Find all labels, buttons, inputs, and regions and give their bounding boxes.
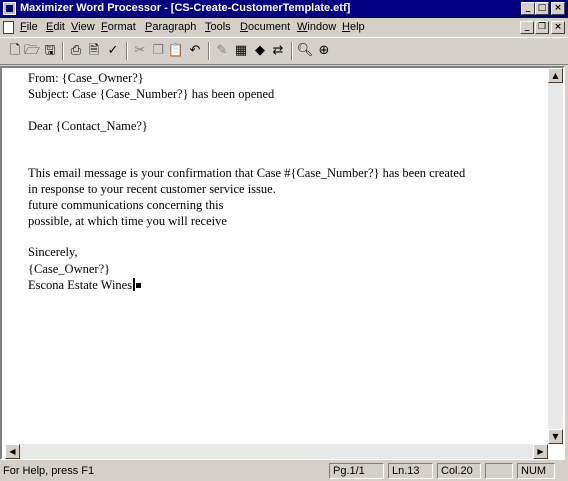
doc-line: {Case_Owner?}	[28, 262, 111, 276]
menu-edit[interactable]: Edit	[46, 21, 65, 33]
zoom-icon[interactable]: ⊕	[315, 42, 333, 60]
save-icon[interactable]: 🖫	[41, 42, 59, 60]
toolbar: 🗋 🗁 🖫 ⎙ 🗎 ✓ ✂ ❐ 📋 ↶ ✎ ▦ ◆ ⇄ 🔍︎ ⊕	[0, 37, 568, 65]
doc-line-text: Escona Estate Wines	[28, 278, 133, 292]
app-icon[interactable]	[3, 2, 16, 15]
menu-window[interactable]: Window	[297, 21, 336, 33]
toolbar-separator	[208, 42, 210, 60]
window-title: Maximizer Word Processor - [CS-Create-Cu…	[20, 2, 351, 14]
doc-line: From: {Case_Owner?}	[28, 71, 144, 85]
text-cursor	[133, 278, 136, 291]
scroll-up-button[interactable]: ▲	[548, 68, 563, 83]
doc-line: Dear {Contact_Name?}	[28, 119, 148, 133]
doc-minimize-button[interactable]: _	[520, 21, 534, 34]
print-icon[interactable]: ⎙	[67, 42, 85, 60]
doc-restore-button[interactable]: ❐	[535, 21, 549, 34]
undo-icon[interactable]: ↶	[186, 42, 204, 60]
document-area: From: {Case_Owner?} Subject: Case {Case_…	[0, 66, 565, 460]
copy-icon[interactable]: ❐	[149, 42, 167, 60]
scroll-left-button[interactable]: ◀	[5, 444, 20, 459]
doc-line: Sincerely,	[28, 245, 78, 259]
status-num-lock: NUM	[517, 463, 555, 479]
menu-view[interactable]: View	[71, 21, 95, 33]
scroll-down-button[interactable]: ▼	[548, 429, 563, 444]
menu-tools[interactable]: Tools	[205, 21, 231, 33]
status-page: Pg.1/1	[329, 463, 384, 479]
new-document-icon[interactable]: 🗋	[6, 42, 24, 60]
menu-document[interactable]: Document	[240, 21, 290, 33]
paste-icon[interactable]: 📋	[167, 42, 185, 60]
open-folder-icon[interactable]: 🗁	[23, 42, 41, 60]
insert-table-icon[interactable]: ▦	[232, 42, 250, 60]
find-icon[interactable]: 🔍︎	[296, 42, 314, 60]
maximize-button[interactable]: □	[535, 2, 549, 15]
doc-line: Subject: Case {Case_Number?} has been op…	[28, 87, 275, 101]
doc-close-button[interactable]: ×	[551, 21, 565, 34]
doc-line: in response to your recent customer serv…	[28, 182, 276, 196]
menu-file[interactable]: File	[20, 21, 38, 33]
status-help-text: For Help, press F1	[3, 465, 95, 477]
status-column: Col.20	[437, 463, 481, 479]
doc-line: future communications concerning this	[28, 198, 224, 212]
doc-line-last: Escona Estate Wines	[28, 278, 142, 293]
menu-format[interactable]: Format	[101, 21, 136, 33]
toolbar-separator	[291, 42, 293, 60]
close-button[interactable]: ×	[551, 2, 565, 15]
toolbar-separator	[126, 42, 128, 60]
menu-bar: File Edit View Format Paragraph Tools Do…	[0, 18, 568, 37]
title-bar: Maximizer Word Processor - [CS-Create-Cu…	[0, 0, 568, 18]
status-caps-indicator	[485, 463, 513, 479]
cut-icon[interactable]: ✂	[131, 42, 149, 60]
insert-field-icon[interactable]: ✎	[213, 42, 231, 60]
vertical-scrollbar[interactable]: ▲ ▼	[548, 68, 563, 444]
status-bar: For Help, press F1 Pg.1/1 Ln.13 Col.20 N…	[0, 462, 568, 481]
document-icon[interactable]	[3, 21, 14, 34]
doc-line: This email message is your confirmation …	[28, 166, 466, 180]
doc-line: possible, at which time you will receive	[28, 214, 227, 228]
scroll-right-button[interactable]: ▶	[533, 444, 548, 459]
print-preview-icon[interactable]: 🗎	[85, 42, 103, 60]
find-replace-icon[interactable]: ⇄	[269, 42, 287, 60]
end-of-document-marker	[136, 283, 142, 288]
horizontal-scrollbar[interactable]: ◀ ▶	[5, 444, 548, 459]
minimize-button[interactable]: _	[521, 2, 535, 15]
toolbar-separator	[62, 42, 64, 60]
document-page[interactable]: From: {Case_Owner?} Subject: Case {Case_…	[5, 68, 545, 446]
menu-help[interactable]: Help	[342, 21, 365, 33]
menu-paragraph[interactable]: Paragraph	[145, 21, 196, 33]
insert-object-icon[interactable]: ◆	[251, 42, 269, 60]
status-line: Ln.13	[388, 463, 433, 479]
spell-check-icon[interactable]: ✓	[104, 42, 122, 60]
